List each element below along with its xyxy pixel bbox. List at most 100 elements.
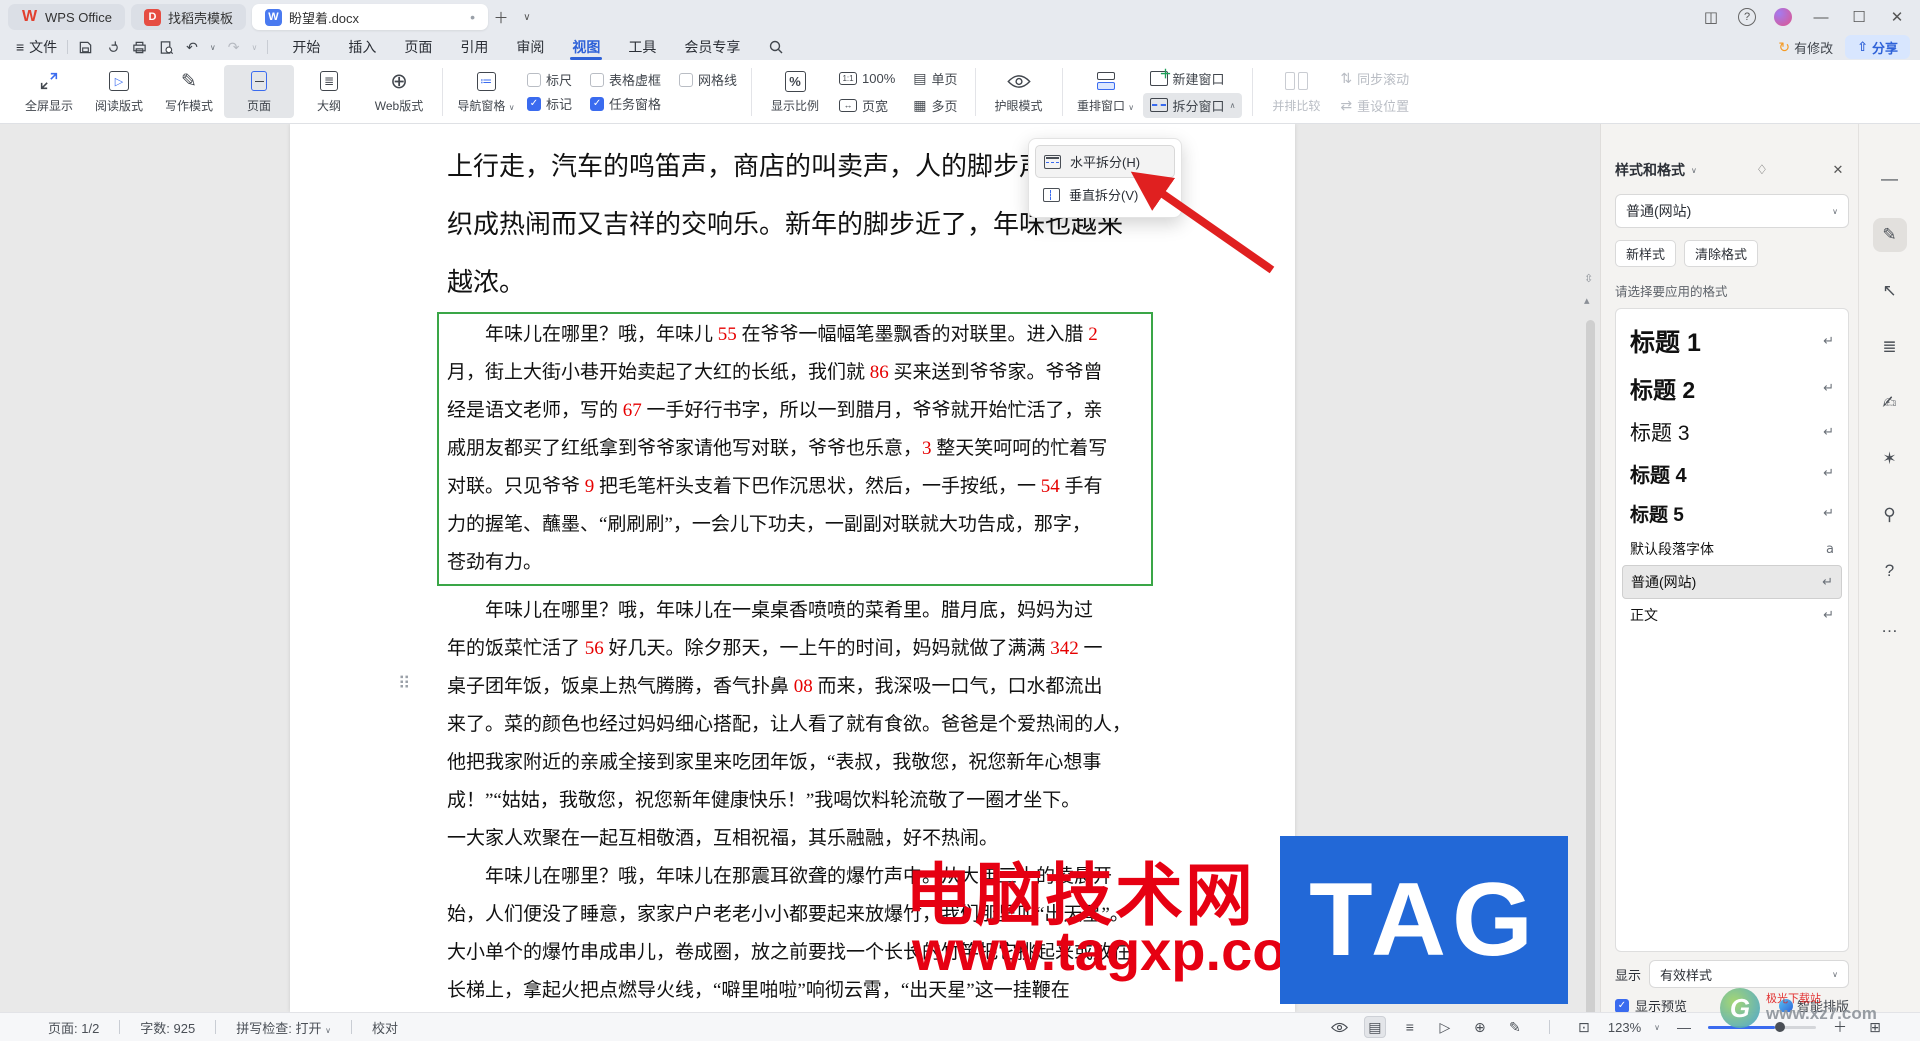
effects-icon[interactable]: ✶: [1873, 442, 1907, 476]
menu-tab-会员专享[interactable]: 会员专享: [670, 34, 754, 60]
new-tab-button[interactable]: ＋: [488, 4, 514, 30]
print-icon[interactable]: [132, 40, 147, 55]
titlebar-tab[interactable]: W 盼望着.docx •: [251, 4, 488, 30]
current-style-select[interactable]: 普通(网站) ∨: [1615, 194, 1849, 228]
ruler-checkbox[interactable]: 标尺: [527, 70, 572, 89]
page-indicator[interactable]: 页面: 1/2: [48, 1018, 99, 1037]
zoom-out-icon[interactable]: —: [1673, 1016, 1695, 1038]
new-style-button[interactable]: 新样式: [1615, 240, 1677, 267]
menu-tab-开始[interactable]: 开始: [278, 34, 334, 60]
write-view-icon[interactable]: ✎: [1504, 1016, 1526, 1038]
panel-title-caret-icon[interactable]: ∨: [1691, 166, 1697, 175]
multi-page-button[interactable]: ▦ 多页: [906, 93, 964, 118]
menu-tab-视图[interactable]: 视图: [558, 34, 614, 60]
nav-pane-button[interactable]: ≔ 导航窗格 ∨: [451, 65, 521, 118]
table-frame-checkbox[interactable]: 表格虚框: [590, 70, 661, 89]
vertical-scrollbar[interactable]: [1586, 320, 1595, 1012]
collapse-icon[interactable]: —: [1873, 162, 1907, 196]
file-menu[interactable]: ≡ 文件: [16, 37, 57, 57]
pin-icon[interactable]: ♢: [1751, 162, 1773, 178]
style-item[interactable]: 标题 4 ↵: [1622, 453, 1842, 494]
page-width-button[interactable]: ↔ 页宽: [832, 93, 902, 118]
menu-tab-审阅[interactable]: 审阅: [502, 34, 558, 60]
new-window-button[interactable]: ＋新建窗口: [1143, 66, 1243, 91]
zoom-scale-button[interactable]: % 显示比例: [760, 65, 830, 118]
format-pen-icon[interactable]: ✎: [1872, 218, 1907, 252]
paragraph-drag-handle[interactable]: ⠿: [398, 674, 411, 694]
close-panel-icon[interactable]: ✕: [1827, 162, 1849, 178]
help-icon[interactable]: ?: [1738, 8, 1756, 26]
multi-page-label: 多页: [931, 98, 958, 114]
side-by-side-button[interactable]: 并排比较: [1261, 65, 1331, 118]
sign-icon[interactable]: ✍: [1873, 386, 1907, 420]
style-item[interactable]: 默认段落字体 a: [1622, 533, 1842, 565]
eye-mode-button[interactable]: 护眼模式: [984, 65, 1054, 118]
fullscreen-button[interactable]: 全屏显示: [14, 65, 84, 118]
style-item[interactable]: 标题 1 ↵: [1622, 317, 1842, 365]
print-preview-icon[interactable]: [159, 40, 174, 55]
share-button[interactable]: ⇧ 分享: [1845, 35, 1910, 59]
tab-list-dropdown[interactable]: ∨: [514, 4, 540, 30]
redo-icon[interactable]: ↷: [228, 39, 240, 56]
pane-splitter-icon[interactable]: ⇳: [1584, 272, 1593, 285]
zoom-caret-icon[interactable]: ∨: [1654, 1023, 1660, 1032]
undo-icon[interactable]: ↶: [186, 39, 198, 56]
style-item[interactable]: 标题 5 ↵: [1622, 494, 1842, 533]
gridlines-checkbox[interactable]: 网格线: [679, 70, 737, 89]
word-count[interactable]: 字数: 925: [140, 1018, 195, 1037]
rearrange-windows-button[interactable]: 重排窗口 ∨: [1071, 65, 1141, 118]
outline-button[interactable]: ≣ 大纲: [294, 65, 364, 118]
proofread-button[interactable]: 校对: [372, 1018, 398, 1037]
split-window-button[interactable]: 拆分窗口 ∧: [1142, 92, 1243, 118]
clear-format-button[interactable]: 清除格式: [1684, 240, 1759, 267]
eye-protect-icon[interactable]: [1329, 1016, 1351, 1038]
menu-tab-插入[interactable]: 插入: [334, 34, 390, 60]
maximize-icon[interactable]: ☐: [1842, 4, 1876, 30]
spellcheck-status[interactable]: 拼写检查: 打开 ∨: [236, 1018, 331, 1037]
zoom-100-button[interactable]: 1:1 100%: [832, 66, 902, 91]
web-layout-button[interactable]: ⊕ Web版式: [364, 65, 434, 118]
sync-scroll-button[interactable]: ⇅ 同步滚动: [1333, 66, 1416, 91]
undo-caret-icon[interactable]: ∨: [210, 43, 216, 52]
style-item[interactable]: 普通(网站) ↵: [1622, 565, 1842, 599]
marks-checkbox[interactable]: ✓ 标记: [527, 94, 572, 113]
search-icon[interactable]: [768, 39, 784, 55]
style-item[interactable]: 标题 2 ↵: [1622, 365, 1842, 411]
read-mode-button[interactable]: ▷ 阅读版式: [84, 65, 154, 118]
scroll-up-icon[interactable]: ▴: [1584, 294, 1590, 307]
select-cursor-icon[interactable]: ↖: [1873, 274, 1907, 308]
menu-tab-页面[interactable]: 页面: [390, 34, 446, 60]
show-filter-select[interactable]: 有效样式 ∨: [1649, 960, 1849, 988]
doc-logo-icon: W: [264, 8, 282, 26]
style-item[interactable]: 标题 3 ↵: [1622, 411, 1842, 453]
export-icon[interactable]: [105, 40, 120, 55]
page-mode-button[interactable]: 页面: [224, 65, 294, 118]
redo-caret-icon[interactable]: ∨: [252, 43, 258, 52]
doc-line: 年味儿在哪里？哦，年味儿 55 在爷爷一幅幅笔墨飘香的对联里。进入腊 2: [447, 324, 1098, 345]
ai-assistant-icon[interactable]: [1766, 4, 1800, 30]
task-pane-checkbox[interactable]: ✓ 任务窗格: [590, 94, 661, 113]
close-icon[interactable]: ✕: [1880, 4, 1914, 30]
style-item[interactable]: 正文 ↵: [1622, 599, 1842, 631]
single-page-button[interactable]: ▤ 单页: [906, 66, 964, 91]
modified-status[interactable]: ↻ 有修改: [1778, 38, 1833, 57]
write-mode-button[interactable]: ✎ 写作模式: [154, 65, 224, 118]
zoom-value[interactable]: 123%: [1608, 1020, 1641, 1035]
web-view-icon[interactable]: ⊕: [1469, 1016, 1491, 1038]
more-icon[interactable]: …: [1873, 610, 1907, 644]
titlebar-tab[interactable]: D 找稻壳模板: [130, 4, 246, 30]
fullscreen-icon[interactable]: ⊡: [1573, 1016, 1595, 1038]
read-view-icon[interactable]: ▷: [1434, 1016, 1456, 1038]
titlebar-tab[interactable]: W WPS Office: [8, 4, 125, 30]
reset-position-button[interactable]: ⇄ 重设位置: [1333, 93, 1416, 118]
save-icon[interactable]: [78, 40, 93, 55]
minimize-icon[interactable]: —: [1804, 4, 1838, 30]
page-view-icon[interactable]: ▤: [1363, 1016, 1386, 1038]
side-by-side-view-icon[interactable]: ◫: [1694, 4, 1728, 30]
menu-tab-工具[interactable]: 工具: [614, 34, 670, 60]
menu-tab-引用[interactable]: 引用: [446, 34, 502, 60]
find-icon[interactable]: ⚲: [1873, 498, 1907, 532]
adjust-icon[interactable]: ≣: [1873, 330, 1907, 364]
help-icon[interactable]: ?: [1873, 554, 1907, 588]
outline-view-icon[interactable]: ≡: [1399, 1016, 1421, 1038]
